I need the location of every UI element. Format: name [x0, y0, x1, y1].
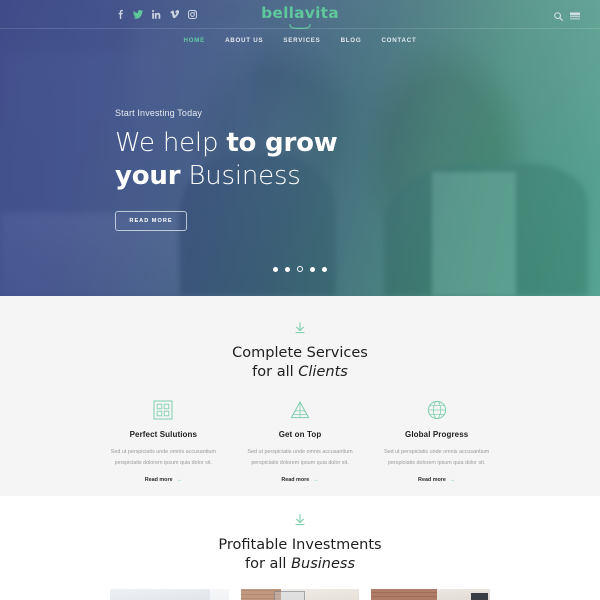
investments-title: Profitable Investments for all Business — [0, 536, 600, 573]
service-card-read-more-label: Read more — [418, 477, 446, 484]
nav-item-services[interactable]: SERVICES — [283, 37, 320, 44]
services-title-line-2b: Clients — [298, 363, 348, 380]
slider-dot-5[interactable] — [322, 266, 327, 272]
service-card-read-more-label: Read more — [281, 477, 310, 484]
search-icon[interactable] — [554, 8, 563, 26]
services-section: Complete Services for all Clients Perfec… — [0, 296, 600, 496]
main-navigation: HOME ABOUT US SERVICES BLOG CONTACT — [0, 28, 600, 52]
investments-gallery — [0, 589, 600, 600]
grid-menu-icon[interactable] — [570, 8, 580, 26]
linkedin-icon[interactable] — [151, 9, 161, 20]
service-card-read-more[interactable]: Read more → — [145, 477, 182, 483]
pyramid-icon — [238, 399, 363, 421]
service-card: Get on Top Sed ut perspiciatis unde omni… — [232, 399, 369, 486]
service-card-read-more[interactable]: Read more → — [281, 477, 318, 483]
investment-card-1[interactable] — [110, 589, 229, 600]
slider-dot-1[interactable] — [273, 266, 278, 272]
investments-title-line-2b: Business — [291, 555, 356, 572]
globe-icon — [374, 399, 499, 421]
investment-card-3[interactable] — [371, 589, 491, 600]
hero-read-more-button[interactable]: READ MORE — [115, 210, 187, 231]
arrow-right-icon: → — [449, 477, 456, 484]
section-down-arrow-icon — [295, 322, 305, 334]
investments-section: Profitable Investments for all Business — [0, 496, 600, 600]
service-card-title: Global Progress — [405, 430, 469, 440]
service-card-text: Sed ut perspiciatis unde omnis accusanti… — [247, 449, 353, 466]
hero-content: Start Investing Today We help to grow yo… — [115, 108, 338, 231]
nav-item-about-us[interactable]: ABOUT US — [225, 37, 263, 44]
puzzle-square-icon — [101, 399, 226, 421]
nav-item-contact[interactable]: CONTACT — [381, 37, 416, 44]
hero-eyebrow: Start Investing Today — [115, 108, 203, 118]
services-title-line-1: Complete Services — [232, 345, 368, 361]
service-card-title: Perfect Sulutions — [129, 430, 198, 440]
arrow-right-icon: → — [313, 477, 319, 484]
hero-slider: bellavita HOME ABOUT US SERVICES BLOG CO… — [0, 0, 600, 296]
services-title: Complete Services for all Clients — [0, 344, 600, 381]
top-bar: bellavita — [0, 0, 600, 29]
site-logo[interactable]: bellavita — [0, 5, 600, 29]
logo-text: bellavita — [261, 4, 339, 22]
facebook-icon[interactable] — [115, 9, 125, 20]
slider-dot-4[interactable] — [310, 266, 315, 272]
service-card-text: Sed ut perspiciatis unde omnis accusanti… — [384, 449, 490, 466]
slider-dot-2[interactable] — [285, 266, 290, 272]
slider-pagination — [0, 266, 600, 272]
hero-headline-part-4: Business — [180, 160, 301, 191]
service-card-title: Get on Top — [278, 430, 322, 440]
investment-card-2[interactable] — [240, 589, 360, 600]
landing-page: bellavita HOME ABOUT US SERVICES BLOG CO… — [0, 0, 600, 600]
top-bar-actions — [554, 8, 580, 26]
arrow-right-icon: → — [176, 477, 182, 484]
service-card: Perfect Sulutions Sed ut perspiciatis un… — [95, 399, 232, 486]
hero-headline-part-2: to grow — [226, 128, 338, 158]
hero-headline-part-1: We help — [115, 128, 227, 158]
service-card-read-more-label: Read more — [144, 477, 173, 484]
service-cards: Perfect Sulutions Sed ut perspiciatis un… — [0, 399, 600, 486]
nav-item-home[interactable]: HOME — [184, 37, 206, 44]
service-card-read-more[interactable]: Read more → — [418, 477, 455, 483]
services-title-line-2a: for all — [252, 363, 299, 380]
investments-title-line-1: Profitable Investments — [218, 537, 382, 553]
section-down-arrow-icon — [295, 514, 305, 526]
service-card-text: Sed ut perspiciatis unde omnis accusanti… — [110, 449, 216, 466]
hero-headline-part-3: your — [115, 160, 181, 191]
hero-headline: We help to grow your Business — [115, 127, 338, 193]
twitter-icon[interactable] — [133, 9, 143, 20]
vimeo-icon[interactable] — [169, 9, 179, 20]
instagram-icon[interactable] — [187, 9, 197, 20]
investments-title-line-2a: for all — [244, 555, 292, 572]
slider-dot-3-active[interactable] — [297, 266, 303, 272]
social-links — [115, 9, 197, 20]
service-card: Global Progress Sed ut perspiciatis unde… — [368, 399, 505, 486]
nav-item-blog[interactable]: BLOG — [341, 37, 362, 44]
